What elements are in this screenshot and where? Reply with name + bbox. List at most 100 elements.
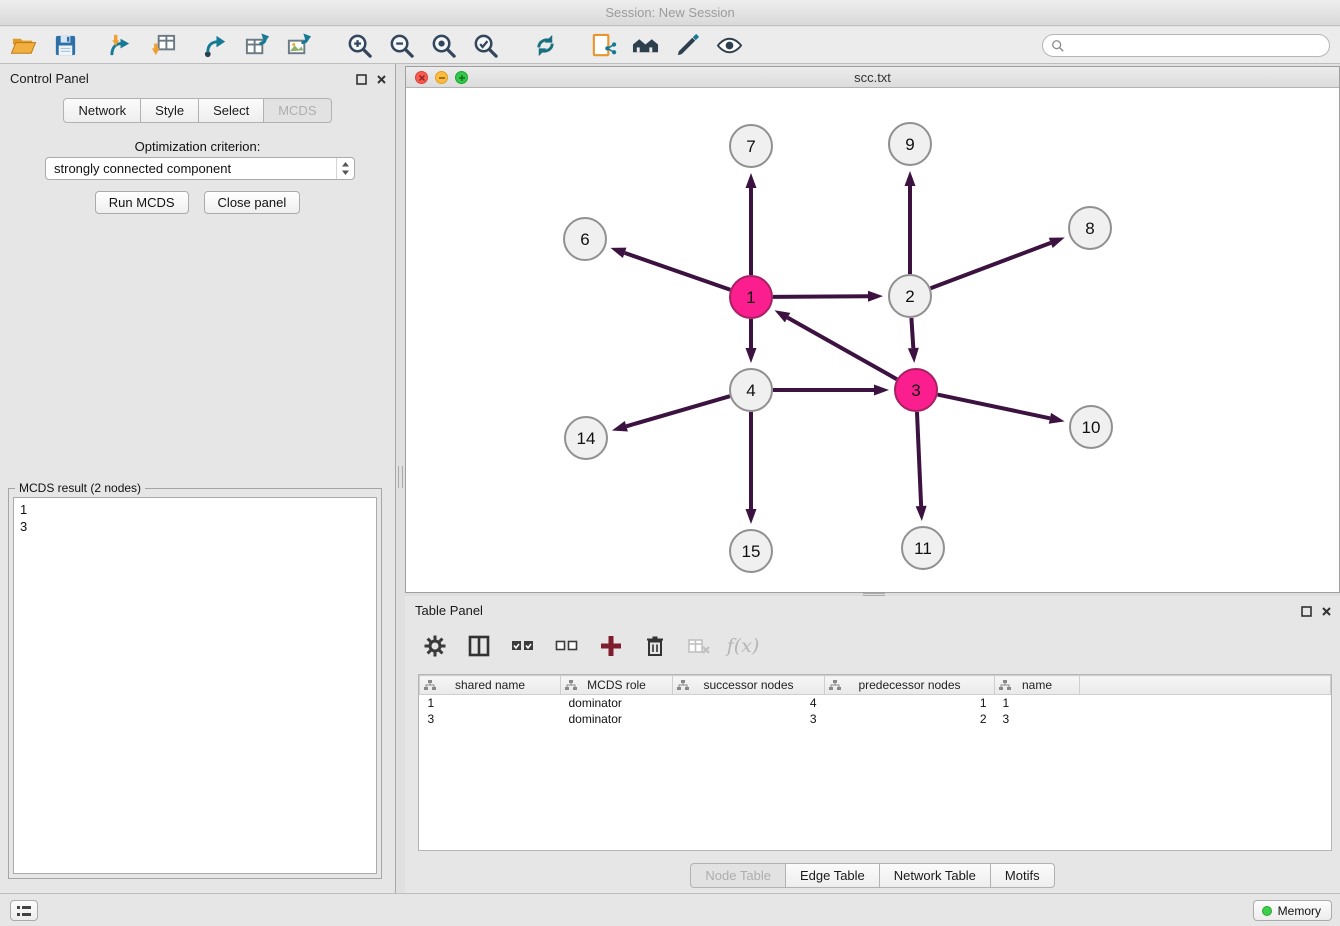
style-paint-button[interactable] bbox=[672, 30, 702, 60]
import-table-button[interactable] bbox=[148, 30, 178, 60]
refresh-button[interactable] bbox=[530, 30, 560, 60]
graph-node-11[interactable]: 11 bbox=[902, 527, 944, 569]
graph-edge-2-3[interactable] bbox=[908, 318, 919, 363]
close-panel-button[interactable] bbox=[376, 72, 387, 90]
cell-predecessor-nodes[interactable]: 1 bbox=[825, 695, 995, 711]
cell-mcds-role[interactable]: dominator bbox=[561, 711, 673, 727]
tab-select[interactable]: Select bbox=[198, 98, 264, 123]
column-header-successor-nodes[interactable]: successor nodes bbox=[673, 676, 825, 695]
column-edit-icon[interactable] bbox=[677, 680, 689, 694]
cell-shared-name[interactable]: 3 bbox=[420, 711, 561, 727]
column-header-mcds-role[interactable]: MCDS role bbox=[561, 676, 673, 695]
graph-edge-1-4[interactable] bbox=[746, 319, 757, 363]
search-field[interactable] bbox=[1042, 34, 1330, 57]
report-button[interactable] bbox=[588, 30, 618, 60]
tab-node-table[interactable]: Node Table bbox=[690, 863, 786, 888]
deselect-all-columns-button[interactable] bbox=[553, 632, 581, 660]
column-edit-icon[interactable] bbox=[999, 680, 1011, 694]
column-header-predecessor-nodes[interactable]: predecessor nodes bbox=[825, 676, 995, 695]
report-document-icon bbox=[590, 32, 617, 59]
export-image-button[interactable] bbox=[284, 30, 314, 60]
column-edit-icon[interactable] bbox=[424, 680, 436, 694]
graph-edge-1-7[interactable] bbox=[746, 173, 757, 275]
graph-edge-2-9[interactable] bbox=[905, 171, 916, 274]
memory-button[interactable]: Memory bbox=[1253, 900, 1332, 921]
graph-node-7[interactable]: 7 bbox=[730, 125, 772, 167]
export-network-button[interactable] bbox=[200, 30, 230, 60]
graph-node-15[interactable]: 15 bbox=[730, 530, 772, 572]
tab-edge-table[interactable]: Edge Table bbox=[785, 863, 880, 888]
edge-arrowhead bbox=[1049, 238, 1065, 248]
graph-edge-3-11[interactable] bbox=[916, 412, 927, 521]
vertical-splitter[interactable] bbox=[397, 64, 405, 893]
graph-edge-1-2[interactable] bbox=[773, 291, 883, 302]
delete-column-button[interactable] bbox=[685, 632, 713, 660]
cell-shared-name[interactable]: 1 bbox=[420, 695, 561, 711]
tab-mcds[interactable]: MCDS bbox=[263, 98, 331, 123]
tab-network-table[interactable]: Network Table bbox=[879, 863, 991, 888]
graph-edge-2-8[interactable] bbox=[931, 238, 1065, 289]
delete-row-button[interactable] bbox=[641, 632, 669, 660]
search-input[interactable] bbox=[1070, 39, 1321, 53]
import-network-button[interactable] bbox=[106, 30, 136, 60]
node-label: 9 bbox=[905, 135, 914, 154]
cell-successor-nodes[interactable]: 3 bbox=[673, 711, 825, 727]
tab-motifs[interactable]: Motifs bbox=[990, 863, 1055, 888]
tab-network[interactable]: Network bbox=[63, 98, 141, 123]
zoom-fit-button[interactable] bbox=[428, 30, 458, 60]
table-float-button[interactable] bbox=[1301, 604, 1312, 622]
graph-edge-3-1[interactable] bbox=[775, 310, 897, 379]
zoom-in-button[interactable] bbox=[344, 30, 374, 60]
node-label: 1 bbox=[746, 288, 755, 307]
column-edit-icon[interactable] bbox=[829, 680, 841, 694]
select-all-columns-button[interactable] bbox=[509, 632, 537, 660]
window-minimize-button[interactable] bbox=[435, 71, 448, 84]
graph-node-8[interactable]: 8 bbox=[1069, 207, 1111, 249]
criterion-dropdown[interactable]: strongly connected component bbox=[45, 157, 355, 180]
save-session-button[interactable] bbox=[50, 30, 80, 60]
show-columns-button[interactable] bbox=[465, 632, 493, 660]
graph-node-3-selected[interactable]: 3 bbox=[895, 369, 937, 411]
mcds-result-list[interactable]: 1 3 bbox=[13, 497, 377, 874]
open-file-button[interactable] bbox=[8, 30, 38, 60]
column-header-name[interactable]: name bbox=[995, 676, 1080, 695]
table-close-button[interactable] bbox=[1321, 604, 1332, 622]
graph-edge-4-3[interactable] bbox=[773, 385, 889, 396]
task-history-button[interactable] bbox=[10, 900, 38, 921]
tab-style[interactable]: Style bbox=[140, 98, 199, 123]
graph-node-9[interactable]: 9 bbox=[889, 123, 931, 165]
zoom-selected-button[interactable] bbox=[470, 30, 500, 60]
graph-edge-4-14[interactable] bbox=[612, 396, 730, 431]
column-header-shared-name[interactable]: shared name bbox=[420, 676, 561, 695]
cell-successor-nodes[interactable]: 4 bbox=[673, 695, 825, 711]
graph-node-14[interactable]: 14 bbox=[565, 417, 607, 459]
home-network-button[interactable] bbox=[630, 30, 660, 60]
window-close-button[interactable] bbox=[415, 71, 428, 84]
graph-edge-1-6[interactable] bbox=[610, 248, 730, 290]
graph-node-4[interactable]: 4 bbox=[730, 369, 772, 411]
column-edit-icon[interactable] bbox=[565, 680, 577, 694]
run-mcds-button[interactable]: Run MCDS bbox=[95, 191, 189, 214]
function-builder-button[interactable]: f(x) bbox=[729, 632, 757, 660]
vertical-splitter-handle[interactable] bbox=[398, 466, 403, 488]
table-settings-button[interactable] bbox=[421, 632, 449, 660]
close-panel-action-button[interactable]: Close panel bbox=[204, 191, 301, 214]
cell-mcds-role[interactable]: dominator bbox=[561, 695, 673, 711]
show-graphics-details-button[interactable] bbox=[714, 30, 744, 60]
add-row-button[interactable] bbox=[597, 632, 625, 660]
network-canvas[interactable]: 7 9 6 8 1 2 4 3 14 10 15 11 bbox=[406, 88, 1339, 592]
export-table-button[interactable] bbox=[242, 30, 272, 60]
graph-edge-3-10[interactable] bbox=[938, 395, 1065, 424]
graph-node-6[interactable]: 6 bbox=[564, 218, 606, 260]
graph-node-2[interactable]: 2 bbox=[889, 275, 931, 317]
graph-edge-4-15[interactable] bbox=[746, 412, 757, 524]
graph-node-10[interactable]: 10 bbox=[1070, 406, 1112, 448]
cell-name[interactable]: 1 bbox=[995, 695, 1080, 711]
graph-node-1-selected[interactable]: 1 bbox=[730, 276, 772, 318]
cell-predecessor-nodes[interactable]: 2 bbox=[825, 711, 995, 727]
window-zoom-button[interactable] bbox=[455, 71, 468, 84]
zoom-out-button[interactable] bbox=[386, 30, 416, 60]
float-panel-button[interactable] bbox=[356, 72, 367, 90]
cell-name[interactable]: 3 bbox=[995, 711, 1080, 727]
network-window-titlebar[interactable]: scc.txt bbox=[406, 67, 1339, 88]
